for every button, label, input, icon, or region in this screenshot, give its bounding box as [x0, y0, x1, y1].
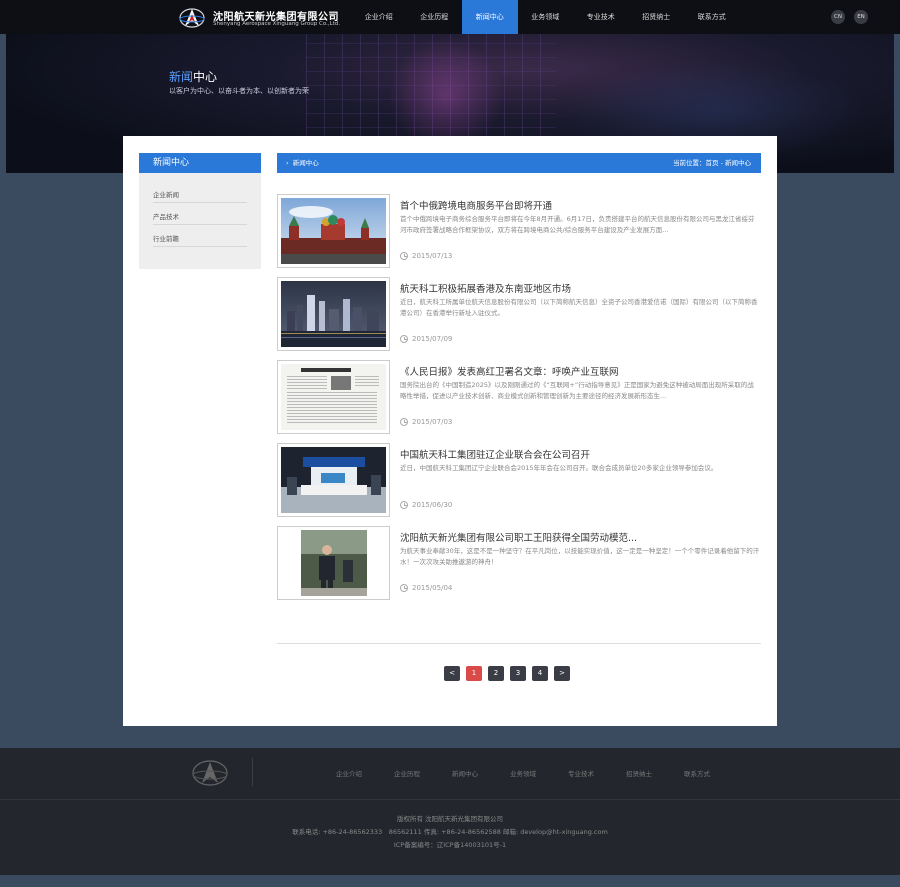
- lang-en-button[interactable]: EN: [854, 10, 868, 24]
- hero-title: 新闻中心: [169, 70, 218, 84]
- footer-info: 版权所有 沈阳航天新光集团有限公司 联系电话: +86-24-86562333 …: [0, 799, 900, 875]
- news-thumbnail[interactable]: [277, 194, 390, 268]
- hero-subtitle: 以客户为中心、以奋斗者为本、以创新者为荣: [169, 87, 309, 95]
- footer-nav-area: 企业介绍 企业历程 新闻中心 业务领域 专业技术 招贤纳士 联系方式: [0, 748, 900, 799]
- logo-company-name-en: Shenyang Aerospace Xinguang Group Co.,Lt…: [213, 21, 341, 27]
- pager-page-2[interactable]: 2: [488, 666, 504, 681]
- news-summary: 首个中俄跨境电子商务综合服务平台即将在今年8月开通。6月17日，负责搭建平台的航…: [400, 215, 755, 234]
- lang-cn-button[interactable]: CN: [831, 10, 845, 24]
- news-date: 2015/07/13: [400, 252, 452, 260]
- footer-link-careers[interactable]: 招贤纳士: [610, 768, 668, 778]
- sidebar-item-industry[interactable]: 行业前瞻: [153, 225, 247, 247]
- bottom-strip: [0, 875, 900, 887]
- clock-icon: [400, 252, 408, 260]
- footer-nav: 企业介绍 企业历程 新闻中心 业务领域 专业技术 招贤纳士 联系方式: [320, 768, 726, 778]
- pager-next-button[interactable]: >: [554, 666, 570, 681]
- news-summary: 国务院出台的《中国制造2025》以及刚刚通过的《“互联网+”行动指导意见》正是国…: [400, 381, 754, 400]
- pager-page-3[interactable]: 3: [510, 666, 526, 681]
- news-thumbnail[interactable]: [277, 277, 390, 351]
- clock-icon: [400, 584, 408, 592]
- content-card: 新闻中心 企业新闻 产品技术 行业前瞻 › 新闻中心 当前位置：首页 - 新闻中…: [123, 136, 777, 726]
- nav-item-business[interactable]: 业务领域: [518, 0, 574, 34]
- pager-page-4[interactable]: 4: [532, 666, 548, 681]
- breadcrumb-current: 新闻中心: [725, 159, 751, 167]
- worker-portrait-photo: [281, 530, 386, 596]
- footer-separator: [252, 758, 253, 786]
- top-header: 沈阳航天新光集团有限公司 Shenyang Aerospace Xinguang…: [0, 0, 900, 34]
- news-thumbnail[interactable]: [277, 526, 390, 600]
- news-item[interactable]: 首个中俄跨境电商服务平台即将开通 首个中俄跨境电子商务综合服务平台即将在今年8月…: [277, 194, 761, 268]
- news-date: 2015/05/04: [400, 584, 452, 592]
- footer-logo-icon[interactable]: [190, 758, 230, 788]
- nav-item-contact[interactable]: 联系方式: [684, 0, 740, 34]
- nav-item-technology[interactable]: 专业技术: [573, 0, 629, 34]
- section-heading: › 新闻中心: [286, 159, 319, 167]
- sidebar-item-company-news[interactable]: 企业新闻: [153, 181, 247, 203]
- news-thumbnail[interactable]: [277, 360, 390, 434]
- footer-link-history[interactable]: 企业历程: [378, 768, 436, 778]
- news-title-link[interactable]: 中国航天科工集团驻辽企业联合会在公司召开: [400, 447, 590, 461]
- nav-item-news[interactable]: 新闻中心: [462, 0, 518, 34]
- sidebar-menu: 企业新闻 产品技术 行业前瞻: [139, 173, 261, 269]
- news-title-link[interactable]: 航天科工积极拓展香港及东南亚地区市场: [400, 281, 571, 295]
- clock-icon: [400, 501, 408, 509]
- sidebar-title: 新闻中心: [139, 153, 261, 173]
- news-item[interactable]: 中国航天科工集团驻辽企业联合会在公司召开 近日，中国航天科工集团辽宁企业联合会2…: [277, 443, 761, 517]
- news-summary: 为航天事业奉献30年，这是不是一种坚守？在平凡岗位，以技能实现价值，这一定是一种…: [400, 547, 760, 566]
- nav-item-history[interactable]: 企业历程: [407, 0, 463, 34]
- news-summary: 近日，航天科工所属单位航天信息股份有限公司（以下简称航天信息）全资子公司香港爱信…: [400, 298, 758, 317]
- news-title-link[interactable]: 《人民日报》发表高红卫署名文章：呼唤产业互联网: [400, 364, 619, 378]
- news-thumbnail[interactable]: [277, 443, 390, 517]
- news-title-link[interactable]: 首个中俄跨境电商服务平台即将开通: [400, 198, 552, 212]
- footer-link-contact[interactable]: 联系方式: [668, 768, 726, 778]
- hero-glow: [386, 40, 506, 150]
- company-logo-icon[interactable]: [179, 6, 205, 30]
- clock-icon: [400, 418, 408, 426]
- newspaper-page-photo: [281, 364, 386, 430]
- nav-item-careers[interactable]: 招贤纳士: [629, 0, 685, 34]
- breadcrumb: 当前位置：首页 - 新闻中心: [673, 159, 751, 167]
- hongkong-skyline-photo: [281, 281, 386, 347]
- footer-icp[interactable]: ICP备案编号：辽ICP备14003101号-1: [0, 839, 900, 849]
- chevron-right-icon: ›: [286, 159, 289, 167]
- breadcrumb-bar: › 新闻中心 当前位置：首页 - 新闻中心: [277, 153, 761, 173]
- footer-link-business[interactable]: 业务领域: [494, 768, 552, 778]
- footer-link-technology[interactable]: 专业技术: [552, 768, 610, 778]
- news-item[interactable]: 沈阳航天新光集团有限公司职工王阳获得全国劳动模范... 为航天事业奉献30年，这…: [277, 526, 761, 600]
- pager-prev-button[interactable]: <: [444, 666, 460, 681]
- news-date: 2015/06/30: [400, 501, 452, 509]
- news-date: 2015/07/09: [400, 335, 452, 343]
- exhibition-booth-photo: [281, 447, 386, 513]
- news-summary: 近日，中国航天科工集团辽宁企业联合会2015年年会在公司召开。联合会成员单位20…: [400, 464, 718, 472]
- main-nav: 企业介绍 企业历程 新闻中心 业务领域 专业技术 招贤纳士 联系方式: [351, 0, 740, 34]
- footer-copyright: 版权所有 沈阳航天新光集团有限公司: [396, 815, 504, 823]
- sidebar-item-product-tech[interactable]: 产品技术: [153, 203, 247, 225]
- moscow-kremlin-photo: [281, 198, 386, 264]
- pagination: < 1 2 3 4 >: [444, 666, 570, 681]
- pager-page-1[interactable]: 1: [466, 666, 482, 681]
- news-item[interactable]: 《人民日报》发表高红卫署名文章：呼唤产业互联网 国务院出台的《中国制造2025》…: [277, 360, 761, 434]
- footer-link-about[interactable]: 企业介绍: [320, 768, 378, 778]
- news-title-link[interactable]: 沈阳航天新光集团有限公司职工王阳获得全国劳动模范...: [400, 530, 637, 544]
- breadcrumb-label: 当前位置：: [673, 159, 706, 167]
- list-divider: [277, 643, 761, 644]
- footer-contact: 联系电话: +86-24-86562333 86562111 传真: +86-2…: [292, 828, 608, 836]
- news-date: 2015/07/03: [400, 418, 452, 426]
- breadcrumb-home-link[interactable]: 首页: [706, 159, 719, 167]
- nav-item-about[interactable]: 企业介绍: [351, 0, 407, 34]
- news-item[interactable]: 航天科工积极拓展香港及东南亚地区市场 近日，航天科工所属单位航天信息股份有限公司…: [277, 277, 761, 351]
- footer-link-news[interactable]: 新闻中心: [436, 768, 494, 778]
- clock-icon: [400, 335, 408, 343]
